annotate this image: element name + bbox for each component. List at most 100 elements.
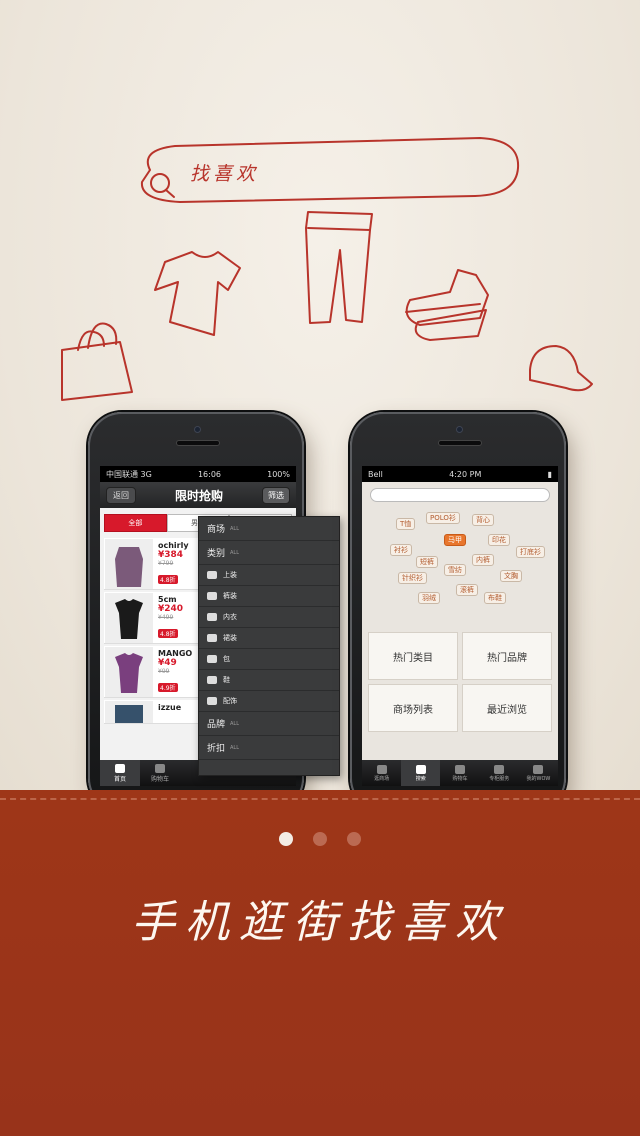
home-icon	[376, 764, 387, 774]
tag-item[interactable]: POLO衫	[426, 512, 460, 524]
back-button[interactable]: 返回	[106, 486, 136, 504]
doodle-tshirt-icon	[154, 251, 241, 336]
cart-icon	[455, 764, 465, 774]
page-title: 限时抢购	[174, 488, 223, 503]
glasses-icon	[207, 697, 217, 705]
tag-item[interactable]: 短裤	[416, 556, 438, 568]
tab-label: 我的WOW	[526, 775, 551, 782]
category-label: 包	[223, 655, 230, 663]
filter-brand[interactable]: 品牌 ALL	[199, 712, 339, 736]
hot-categories-button[interactable]: 热门类目	[368, 632, 458, 680]
search-icon	[415, 764, 426, 774]
home-icon	[115, 763, 125, 773]
tab-bar: 逛商场 搜索 购物车 专柜服务 我的WOW	[362, 760, 558, 786]
category-tops[interactable]: 上装	[199, 565, 339, 586]
tab-label: 购物车	[452, 775, 468, 782]
category-label: 裤装	[223, 592, 237, 600]
category-skirts[interactable]: 裙装	[199, 628, 339, 649]
tab-home[interactable]: 首页	[100, 760, 140, 786]
filter-category[interactable]: 类别 ALL	[199, 541, 339, 565]
front-camera	[456, 426, 463, 433]
filter-mall-label: 商场	[207, 525, 226, 535]
page-dot-1[interactable]	[279, 832, 293, 846]
tag-item[interactable]: 衬衫	[390, 544, 412, 556]
tab-cart[interactable]: 购物车	[140, 760, 180, 786]
shoe-icon	[207, 676, 217, 684]
category-underwear[interactable]: 内衣	[199, 607, 339, 628]
doodle-cap-icon	[529, 345, 593, 392]
pants-icon	[207, 592, 217, 600]
doodle-sketches: 找喜欢	[61, 137, 593, 401]
tag-item[interactable]: 针织衫	[398, 572, 427, 584]
category-shoes[interactable]: 鞋	[199, 670, 339, 691]
right-phone-mockup: Bell 4:20 PM ▮ T恤 POLO衫 背心 马甲 印花 衬衫 短裤 内…	[350, 412, 566, 812]
recent-views-button[interactable]: 最近浏览	[462, 684, 552, 732]
status-network: 3G	[140, 469, 152, 479]
tshirt-icon	[207, 571, 217, 579]
tag-item[interactable]: 文胸	[500, 570, 522, 582]
status-time: 16:06	[197, 469, 222, 479]
filter-category-label: 类别	[207, 549, 226, 559]
bra-icon	[207, 613, 217, 621]
tag-item[interactable]: 马甲	[444, 534, 466, 546]
quick-links-grid: 热门类目 热门品牌 商场列表 最近浏览	[368, 632, 552, 732]
tag-item[interactable]: 雪纺	[444, 564, 466, 576]
tag-item[interactable]: 内裤	[472, 554, 494, 566]
category-label: 内衣	[223, 613, 237, 621]
tab-search[interactable]: 搜索	[401, 760, 441, 786]
all-badge: ALL	[230, 549, 240, 556]
filter-dropdown: 商场 ALL 类别 ALL 上装 裤装 内衣 裙装 包 鞋 配饰 品牌 ALL 折扣 A…	[198, 516, 340, 776]
product-thumbnail	[105, 701, 153, 723]
discount-badge: 4.8折	[158, 629, 178, 638]
filter-discount[interactable]: 折扣 ALL	[199, 736, 339, 760]
tag-item[interactable]: 羽绒	[418, 592, 440, 604]
tab-cart[interactable]: 购物车	[440, 760, 479, 786]
status-carrier: 中国联通	[106, 469, 138, 479]
tab-counter-service[interactable]: 专柜服务	[480, 760, 519, 786]
tag-item[interactable]: 打底衫	[516, 546, 545, 558]
filter-discount-label: 折扣	[207, 744, 226, 754]
all-badge: ALL	[230, 525, 240, 532]
tab-malls[interactable]: 逛商场	[362, 760, 401, 786]
status-carrier: Bell	[368, 469, 383, 479]
category-accessories[interactable]: 配饰	[199, 691, 339, 712]
tag-item[interactable]: T恤	[396, 518, 416, 530]
status-bar: Bell 4:20 PM ▮	[362, 466, 558, 482]
filter-mall[interactable]: 商场 ALL	[199, 517, 339, 541]
doodle-search-text: 找喜欢	[190, 163, 259, 185]
page-indicator	[0, 832, 640, 846]
cart-icon	[155, 763, 165, 773]
status-time: 4:20 PM	[449, 469, 482, 479]
stitch-divider	[0, 798, 640, 800]
doodle-handbag-icon	[61, 341, 133, 401]
all-badge: ALL	[230, 744, 240, 751]
tab-label: 逛商场	[374, 775, 390, 782]
category-bags[interactable]: 包	[199, 649, 339, 670]
speaker-grille	[438, 440, 482, 446]
category-label: 裙装	[223, 634, 237, 642]
tag-item[interactable]: 滚裤	[456, 584, 478, 596]
product-thumbnail	[105, 647, 153, 697]
filter-button[interactable]: 筛选	[261, 486, 290, 504]
page-dot-3[interactable]	[347, 832, 361, 846]
segment-all[interactable]: 全部	[104, 514, 167, 532]
category-label: 上装	[223, 571, 237, 579]
category-pants[interactable]: 裤装	[199, 586, 339, 607]
tag-item[interactable]: 布鞋	[484, 592, 506, 604]
mall-list-button[interactable]: 商场列表	[368, 684, 458, 732]
search-input[interactable]	[370, 488, 550, 502]
tag-item[interactable]: 印花	[488, 534, 510, 546]
page-dot-2[interactable]	[313, 832, 327, 846]
tab-my-wow[interactable]: 我的WOW	[519, 760, 558, 786]
status-bar: 中国联通 3G 16:06 100%	[100, 466, 296, 482]
category-label: 配饰	[223, 697, 237, 705]
tab-label: 搜索	[415, 775, 426, 782]
all-badge: ALL	[230, 720, 240, 727]
discount-badge: 4.8折	[158, 575, 178, 584]
speaker-grille	[176, 440, 220, 446]
product-thumbnail	[105, 539, 153, 589]
hot-brands-button[interactable]: 热门品牌	[462, 632, 552, 680]
product-thumbnail	[105, 593, 153, 643]
tag-item[interactable]: 背心	[472, 514, 494, 526]
tab-label: 首页	[113, 775, 126, 783]
